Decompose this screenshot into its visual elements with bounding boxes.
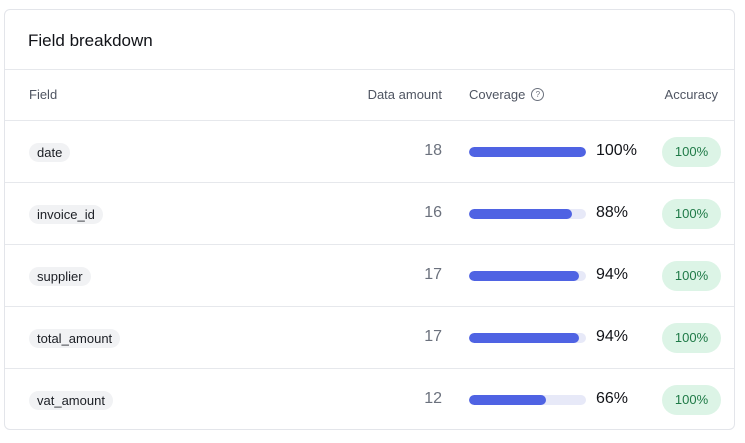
column-header-field: Field xyxy=(29,87,58,102)
accuracy-badge: 100% xyxy=(662,385,721,415)
accuracy-badge: 100% xyxy=(662,323,721,353)
field-tag: invoice_id xyxy=(29,205,103,224)
coverage-bar-fill xyxy=(469,209,572,219)
coverage-bar xyxy=(469,147,586,157)
accuracy-badge: 100% xyxy=(662,137,721,167)
data-amount-value: 18 xyxy=(424,142,442,159)
accuracy-badge: 100% xyxy=(662,261,721,291)
table-row: invoice_id 16 88% 100% xyxy=(5,182,734,245)
coverage-bar-fill xyxy=(469,395,547,405)
coverage-value: 94% xyxy=(596,328,629,345)
coverage-value: 88% xyxy=(596,204,629,221)
field-tag: total_amount xyxy=(29,329,121,348)
coverage-bar-fill xyxy=(469,333,579,343)
coverage-bar-fill xyxy=(469,147,586,157)
field-tag: vat_amount xyxy=(29,391,113,410)
table-row: total_amount 17 94% 100% xyxy=(5,306,734,369)
data-amount-value: 16 xyxy=(424,204,442,221)
column-header-coverage-label: Coverage xyxy=(469,87,526,102)
data-amount-value: 17 xyxy=(424,266,442,283)
coverage-value: 94% xyxy=(596,266,629,283)
data-amount-value: 12 xyxy=(424,390,442,407)
field-tag: supplier xyxy=(29,267,91,286)
column-header-data-amount: Data amount xyxy=(367,87,442,102)
accuracy-badge: 100% xyxy=(662,199,721,229)
table-row: supplier 17 94% 100% xyxy=(5,244,734,307)
card-title: Field breakdown xyxy=(28,31,153,50)
table-row: vat_amount 12 66% 100% xyxy=(5,368,734,429)
table-row: date 18 100% 100% xyxy=(5,120,734,183)
coverage-bar xyxy=(469,333,586,343)
coverage-bar xyxy=(469,209,586,219)
field-breakdown-card: Field breakdown Field Data amount Covera… xyxy=(4,9,735,430)
coverage-value: 66% xyxy=(596,390,629,407)
field-tag: date xyxy=(29,143,71,162)
column-header-accuracy: Accuracy xyxy=(664,87,718,102)
column-header-coverage: Coverage ? xyxy=(469,87,545,102)
data-amount-value: 17 xyxy=(424,328,442,345)
coverage-bar xyxy=(469,271,586,281)
question-circle-icon[interactable]: ? xyxy=(531,88,545,101)
table-header: Field Data amount Coverage ? Accuracy xyxy=(5,70,734,120)
coverage-bar xyxy=(469,395,586,405)
coverage-bar-fill xyxy=(469,271,579,281)
coverage-value: 100% xyxy=(596,142,637,159)
